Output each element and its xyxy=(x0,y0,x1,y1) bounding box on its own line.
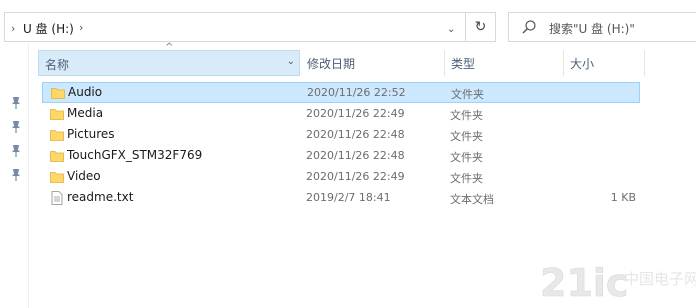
file-date: 2020/11/26 22:49 xyxy=(306,107,405,120)
address-row: › U 盘 (H:) › ⌄ ↻ 搜索"U 盘 (H:)" xyxy=(0,0,696,44)
address-bar[interactable]: › U 盘 (H:) › ⌄ xyxy=(4,12,466,42)
sort-ascending-icon: ^ xyxy=(165,42,174,53)
file-date: 2020/11/26 22:49 xyxy=(306,170,405,183)
folder-icon xyxy=(50,172,64,183)
address-path[interactable]: U 盘 (H:) xyxy=(23,20,74,37)
chevron-right-icon[interactable]: › xyxy=(11,22,15,35)
file-row[interactable]: Pictures 2020/11/26 22:48 文件夹 xyxy=(42,125,640,146)
column-label-size: 大小 xyxy=(570,57,595,71)
svg-text:21ic: 21ic xyxy=(540,261,628,305)
file-date: 2020/11/26 22:52 xyxy=(307,86,406,99)
search-input[interactable]: 搜索"U 盘 (H:)" xyxy=(508,12,696,42)
file-size: 1 KB xyxy=(610,191,636,204)
file-row[interactable]: readme.txt 2019/2/7 18:41 文本文档 1 KB xyxy=(42,188,640,209)
column-label-date: 修改日期 xyxy=(307,57,356,71)
file-name[interactable]: TouchGFX_STM32F769 xyxy=(67,148,202,162)
column-header-date[interactable]: 修改日期 xyxy=(301,50,444,76)
chevron-down-icon[interactable]: ⌄ xyxy=(287,56,295,67)
file-row[interactable]: Video 2020/11/26 22:49 文件夹 xyxy=(42,167,640,188)
pin-icon[interactable] xyxy=(10,168,22,182)
folder-icon xyxy=(50,130,64,141)
pane-divider[interactable] xyxy=(28,44,29,308)
file-name[interactable]: Audio xyxy=(68,85,102,99)
chevron-down-icon[interactable]: ⌄ xyxy=(447,24,455,35)
file-name[interactable]: readme.txt xyxy=(67,190,133,204)
text-file-icon xyxy=(51,191,63,205)
column-header-type[interactable]: 类型 xyxy=(445,50,563,76)
file-type: 文件夹 xyxy=(450,151,483,164)
file-type: 文件夹 xyxy=(450,172,483,185)
pin-icon[interactable] xyxy=(10,120,22,134)
file-type: 文件夹 xyxy=(450,130,483,143)
folder-icon xyxy=(50,151,64,162)
file-date: 2020/11/26 22:48 xyxy=(306,149,405,162)
file-type: 文件夹 xyxy=(450,109,483,122)
search-icon xyxy=(522,20,536,34)
file-row[interactable]: Audio 2020/11/26 22:52 文件夹 xyxy=(42,82,640,103)
refresh-button[interactable]: ↻ xyxy=(466,12,496,42)
column-separator[interactable] xyxy=(644,50,645,76)
svg-text:中国电子网: 中国电子网 xyxy=(624,270,696,288)
watermark-logo: 21ic 中国电子网 xyxy=(540,261,696,306)
column-label-name: 名称 xyxy=(45,58,70,72)
file-date: 2020/11/26 22:48 xyxy=(306,128,405,141)
file-name[interactable]: Pictures xyxy=(67,127,115,141)
column-header-name[interactable]: ^ 名称 ⌄ xyxy=(38,42,300,76)
folder-icon xyxy=(50,109,64,120)
file-row[interactable]: Media 2020/11/26 22:49 文件夹 xyxy=(42,104,640,125)
pin-icon[interactable] xyxy=(10,96,22,110)
refresh-icon: ↻ xyxy=(474,19,487,35)
navigation-pane xyxy=(0,44,28,308)
file-type: 文件夹 xyxy=(451,88,484,101)
file-type: 文本文档 xyxy=(450,193,494,206)
column-label-type: 类型 xyxy=(451,57,476,71)
folder-icon xyxy=(51,88,65,99)
search-placeholder: 搜索"U 盘 (H:)" xyxy=(549,22,635,36)
file-name[interactable]: Media xyxy=(67,106,103,120)
chevron-right-icon[interactable]: › xyxy=(79,21,83,34)
file-date: 2019/2/7 18:41 xyxy=(306,191,391,204)
file-row[interactable]: TouchGFX_STM32F769 2020/11/26 22:48 文件夹 xyxy=(42,146,640,167)
pin-icon[interactable] xyxy=(10,144,22,158)
column-header-size[interactable]: 大小 xyxy=(564,50,644,76)
file-name[interactable]: Video xyxy=(67,169,101,183)
